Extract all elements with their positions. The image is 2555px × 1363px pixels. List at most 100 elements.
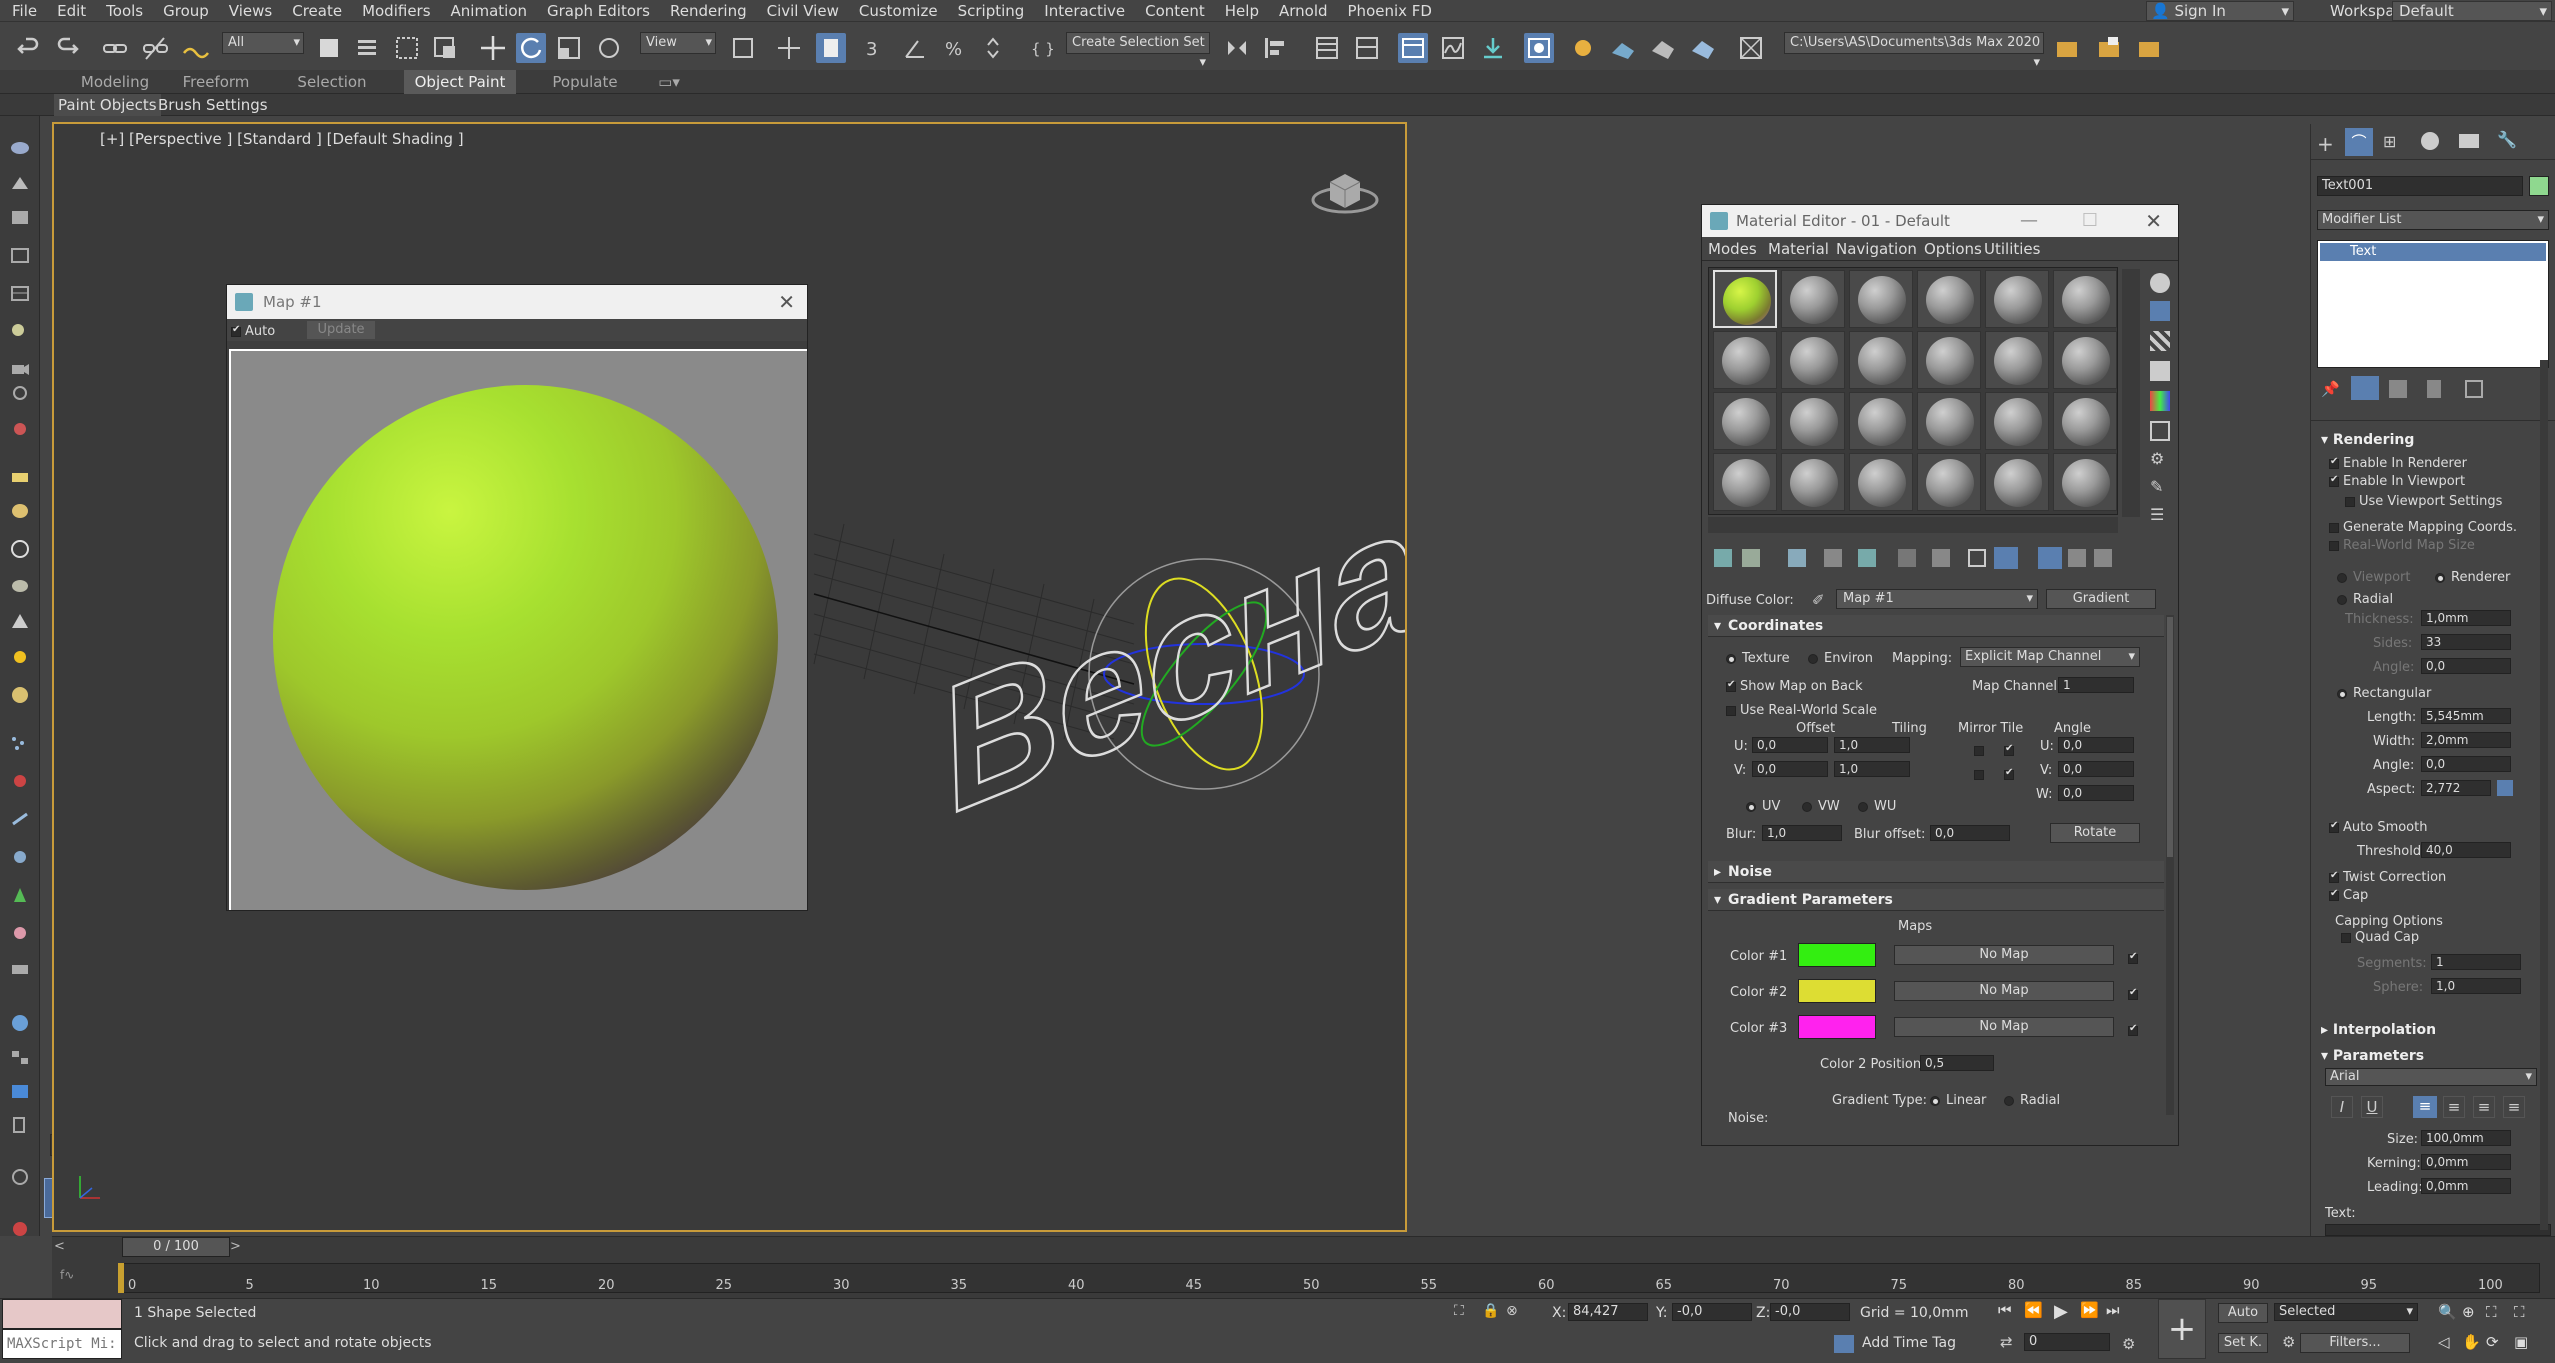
menu-interactive[interactable]: Interactive bbox=[1034, 0, 1135, 22]
assign-material-icon[interactable] bbox=[1788, 549, 1806, 567]
show-end-result-icon[interactable] bbox=[2038, 547, 2062, 569]
bone-icon[interactable] bbox=[9, 810, 31, 828]
snaps-toggle-icon[interactable]: 3 bbox=[862, 33, 892, 63]
open-folder-icon[interactable] bbox=[2094, 33, 2124, 63]
modifier-list-dropdown[interactable]: Modifier List ▾ bbox=[2317, 210, 2549, 230]
mirror-icon[interactable] bbox=[1222, 33, 1252, 63]
wu-radio[interactable]: WU bbox=[1858, 799, 1896, 814]
space-warp-icon[interactable] bbox=[9, 420, 31, 438]
utilities-tab-icon[interactable]: 🔧 bbox=[2497, 130, 2517, 149]
create-teapot-icon[interactable] bbox=[9, 138, 31, 156]
biped-icon[interactable] bbox=[9, 848, 31, 866]
tab-freeform[interactable]: Freeform bbox=[166, 70, 266, 94]
set-key-icon[interactable]: + bbox=[2158, 1299, 2206, 1359]
sun-icon[interactable] bbox=[9, 648, 31, 666]
menu-utilities[interactable]: Utilities bbox=[1984, 237, 2040, 261]
segments-field[interactable]: 1 bbox=[2431, 954, 2521, 970]
render-region-icon[interactable] bbox=[9, 1082, 31, 1100]
isolate-selection-icon[interactable]: ⛶ bbox=[1454, 1303, 1464, 1319]
angle-snap-icon[interactable] bbox=[900, 33, 930, 63]
color-1-swatch[interactable] bbox=[1798, 943, 1876, 967]
frame-icon[interactable] bbox=[9, 284, 31, 302]
motion-tab-icon[interactable] bbox=[2421, 132, 2439, 150]
select-object-icon[interactable] bbox=[314, 33, 344, 63]
noise-rollout[interactable]: ▸ Noise bbox=[1708, 861, 2164, 883]
next-key-icon[interactable]: ⏩ bbox=[2080, 1301, 2099, 1319]
plane-icon[interactable] bbox=[9, 468, 31, 486]
real-world-map-size-checkbox[interactable]: Real-World Map Size bbox=[2329, 538, 2475, 553]
tab-modeling[interactable]: Modeling bbox=[64, 70, 166, 94]
backlight-icon[interactable] bbox=[2150, 301, 2170, 321]
font-select[interactable]: Arial ▾ bbox=[2325, 1068, 2537, 1086]
configure-modifier-sets-icon[interactable] bbox=[2465, 380, 2483, 398]
cap-checkbox[interactable]: Cap bbox=[2329, 888, 2368, 903]
selection-lock-icon[interactable]: 🔒 bbox=[1482, 1303, 1499, 1319]
make-unique-icon[interactable] bbox=[1898, 549, 1916, 567]
select-by-material-icon[interactable]: ✎ bbox=[2150, 477, 2170, 497]
stack-item-text[interactable]: Text bbox=[2320, 243, 2546, 261]
menu-create[interactable]: Create bbox=[282, 0, 352, 22]
spinner-snap-icon[interactable] bbox=[978, 33, 1008, 63]
color-2-map-button[interactable]: No Map bbox=[1894, 981, 2114, 1001]
radial-angle-field[interactable]: 0,0 bbox=[2421, 658, 2511, 674]
scale-icon[interactable] bbox=[554, 33, 584, 63]
sample-slot[interactable] bbox=[1781, 392, 1845, 450]
lock-aspect-icon[interactable] bbox=[2497, 780, 2513, 796]
render-shortcuts-icon[interactable] bbox=[1736, 33, 1766, 63]
particle-icon[interactable] bbox=[9, 734, 31, 752]
sphere-field[interactable]: 1,0 bbox=[2431, 978, 2521, 994]
w-angle-field[interactable]: 0,0 bbox=[2058, 785, 2134, 801]
container-icon[interactable] bbox=[9, 174, 31, 192]
go-to-start-icon[interactable]: ⏮ bbox=[1998, 1301, 2012, 1319]
ribbon-toggle-icon[interactable] bbox=[1398, 33, 1428, 63]
create-tab-icon[interactable]: + bbox=[2317, 132, 2334, 156]
sample-slot[interactable] bbox=[1713, 270, 1777, 328]
tools-icon[interactable] bbox=[9, 960, 31, 978]
menu-phoenix-fd[interactable]: Phoenix FD bbox=[1338, 0, 1442, 22]
sample-slot[interactable] bbox=[1849, 392, 1913, 450]
key-filter-select[interactable]: Selected ▾ bbox=[2274, 1303, 2418, 1321]
viewport-label[interactable]: [+] [Perspective ] [Standard ] [Default … bbox=[100, 130, 464, 148]
menu-scripting[interactable]: Scripting bbox=[948, 0, 1035, 22]
fluid-icon[interactable] bbox=[9, 924, 31, 942]
blur-field[interactable]: 1,0 bbox=[1762, 825, 1842, 841]
v-tile-checkbox[interactable] bbox=[2004, 765, 2018, 783]
put-to-library-icon[interactable] bbox=[1932, 549, 1950, 567]
rendered-frame-window-icon[interactable] bbox=[1608, 33, 1638, 63]
menu-rendering[interactable]: Rendering bbox=[660, 0, 757, 22]
select-by-name-icon[interactable] bbox=[352, 33, 382, 63]
bind-space-warp-icon[interactable] bbox=[180, 33, 210, 63]
menu-edit[interactable]: Edit bbox=[47, 0, 96, 22]
enable-in-viewport-checkbox[interactable]: Enable In Viewport bbox=[2329, 474, 2465, 489]
layer-explorer-icon[interactable] bbox=[1352, 33, 1382, 63]
v-mirror-checkbox[interactable] bbox=[1974, 765, 1988, 783]
gradient-parameters-rollout[interactable]: ▾ Gradient Parameters bbox=[1708, 889, 2164, 911]
options-icon[interactable]: ⚙ bbox=[2150, 449, 2170, 469]
uv-radio[interactable]: UV bbox=[1746, 799, 1780, 814]
current-frame-marker[interactable] bbox=[118, 1263, 124, 1293]
schematic-view-icon[interactable] bbox=[1478, 33, 1508, 63]
zoom-extents-icon[interactable]: ⛶ bbox=[2486, 1303, 2497, 1321]
material-editor-icon[interactable] bbox=[1524, 33, 1554, 63]
undo-icon[interactable] bbox=[14, 33, 44, 63]
sides-field[interactable]: 33 bbox=[2421, 634, 2511, 650]
u-angle-field[interactable]: 0,0 bbox=[2058, 737, 2134, 753]
set-key-button[interactable]: Set K. bbox=[2218, 1333, 2268, 1353]
renderer-radio[interactable]: Renderer bbox=[2435, 570, 2510, 585]
eyedropper-icon[interactable]: ✐ bbox=[1812, 591, 1825, 609]
u-offset-field[interactable]: 0,0 bbox=[1752, 737, 1828, 753]
auto-smooth-checkbox[interactable]: Auto Smooth bbox=[2329, 820, 2427, 835]
reset-map-icon[interactable] bbox=[1824, 549, 1842, 567]
menu-group[interactable]: Group bbox=[153, 0, 219, 22]
recent-icon[interactable] bbox=[9, 1220, 31, 1238]
hierarchy-icon[interactable] bbox=[9, 1048, 31, 1066]
command-panel-scrollbar[interactable] bbox=[2540, 360, 2548, 1230]
paint-objects-panel[interactable]: Paint Objects bbox=[54, 94, 161, 116]
auto-key-button[interactable]: Auto bbox=[2218, 1303, 2268, 1323]
color-2-map-checkbox[interactable] bbox=[2128, 985, 2142, 1003]
workspace-select[interactable]: Default ▾ bbox=[2392, 1, 2552, 21]
percent-snap-icon[interactable]: % bbox=[940, 33, 970, 63]
length-field[interactable]: 5,545mm bbox=[2421, 708, 2511, 724]
render-setup-icon[interactable] bbox=[1568, 33, 1598, 63]
size-field[interactable]: 100,0mm bbox=[2421, 1130, 2511, 1146]
